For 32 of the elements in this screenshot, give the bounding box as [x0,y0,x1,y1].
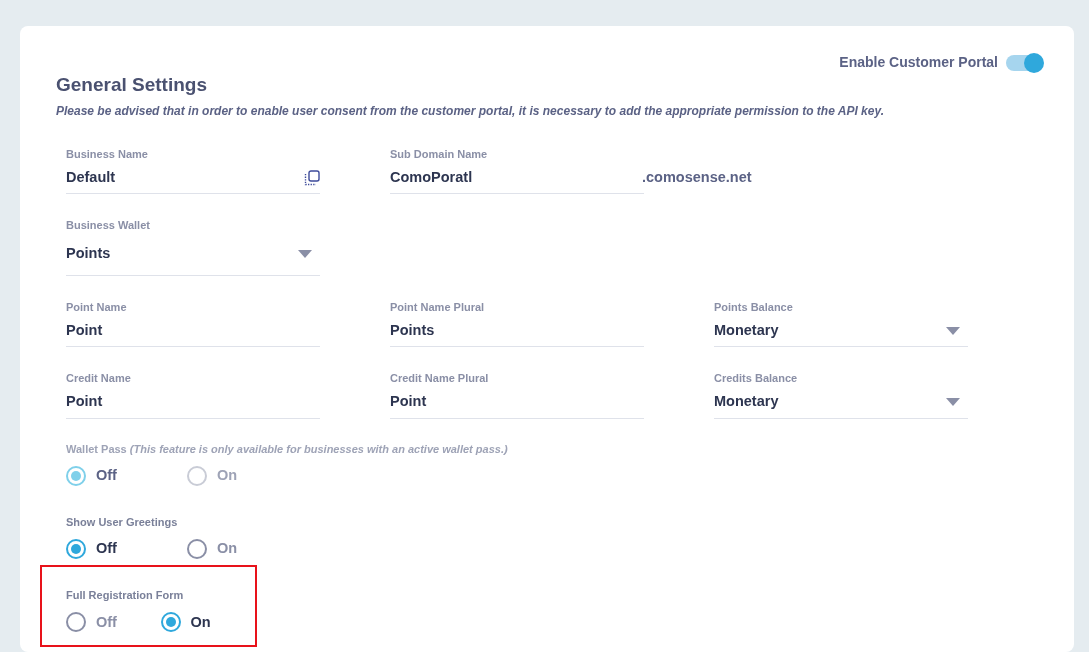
caret-icon [298,250,312,258]
text-field[interactable]: Point [390,386,644,419]
caret-icon [946,398,960,406]
text-field[interactable]: ComoPoratl [390,162,644,194]
radio-group-label: Show User Greetings [66,514,179,530]
section-title: General Settings [56,73,208,97]
text-field[interactable]: Point [66,386,320,419]
radio-option[interactable]: Off [66,538,187,560]
radio-group-label: Full Registration Form [66,588,185,603]
text-field[interactable]: Points [390,315,644,347]
copy-icon[interactable] [304,169,320,186]
dropdown-field[interactable]: Monetary [714,315,968,347]
text-field[interactable]: Default [66,162,320,194]
caret-icon [946,326,960,335]
domain-suffix: .comosense.net [642,168,752,188]
field-label: Business Wallet [66,218,151,233]
toggle-switch[interactable] [1006,54,1042,71]
radio-option[interactable]: On [160,611,255,634]
radio-group-label: Wallet Pass (This feature is only available for businesses with an active wallet pass.) [66,441,509,457]
field-label: Point Name Plural [390,299,486,315]
field-label: Credits Balance [714,371,799,386]
toggle-label: Enable Customer Portal [839,53,998,72]
field-label: Credit Name [66,371,132,386]
field-label: Points Balance [714,299,794,315]
advisory-note: Please be advised that in order to enable user consent from the customer portal, it is necessary to add the appropriate permission to the API key. [56,102,885,120]
text-field[interactable]: Point [66,315,320,347]
dropdown-field[interactable]: Monetary [714,386,968,419]
field-label: Credit Name Plural [390,371,490,386]
field-label: Business Name [66,146,149,162]
field-label: Sub Domain Name [390,146,489,162]
field-label: Point Name [66,299,128,315]
dropdown-field[interactable]: Points [66,233,320,276]
